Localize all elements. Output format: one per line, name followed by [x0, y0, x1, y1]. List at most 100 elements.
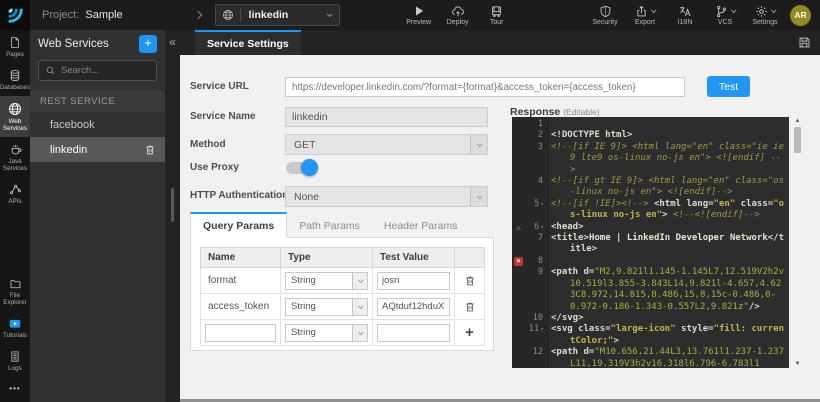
new-param-name-input[interactable]	[205, 324, 276, 342]
params-tab[interactable]: Query Params	[190, 212, 287, 238]
trash-icon[interactable]	[144, 144, 156, 156]
select-chevron	[352, 325, 367, 341]
code-line: 1	[512, 119, 789, 130]
code-line: × 8	[512, 256, 789, 267]
service-url-input[interactable]	[285, 77, 685, 97]
code-text	[546, 119, 789, 130]
fold-arrow-icon[interactable]: ▾	[540, 200, 544, 208]
params-tab[interactable]: Header Params	[372, 214, 470, 238]
topbar-action-button[interactable]: Export	[632, 4, 658, 26]
rail-overflow-menu[interactable]: •••	[0, 377, 30, 402]
tour-icon	[490, 5, 503, 18]
topbar-action-button[interactable]: Tour	[484, 4, 510, 26]
http-auth-select[interactable]: None	[285, 186, 488, 207]
rail-nav-item[interactable]: Java Services	[0, 137, 30, 177]
select-chevron	[470, 187, 487, 206]
rail-nav-item[interactable]: Tutorials	[0, 311, 30, 344]
panel-collapse-strip: «	[165, 30, 180, 402]
save-icon[interactable]	[798, 36, 811, 49]
primary-actions: Preview Deploy Tour	[406, 4, 510, 26]
code-text: <!--[if !IE]><!--> <html lang="en" class…	[546, 199, 789, 222]
use-proxy-toggle[interactable]	[286, 162, 316, 174]
breadcrumb-chevron-icon	[195, 12, 201, 18]
left-icon-rail: Pages Databases Web Services Java Servic…	[0, 30, 30, 402]
topbar-action-button[interactable]: Deploy	[445, 4, 471, 26]
topbar-action-button[interactable]: Security	[592, 4, 618, 26]
code-line: 9 <path d="M2,9.821l1.145-1.145L7,12.519…	[512, 267, 789, 313]
param-name: format	[201, 268, 281, 294]
column-header: Type	[281, 248, 373, 268]
vertical-scrollbar-thumb[interactable]	[171, 188, 174, 222]
scroll-up-arrow[interactable]: ▲	[795, 117, 801, 125]
gutter-marker	[512, 347, 525, 348]
app-window: Project: Sample linkedin Preview Deploy	[0, 0, 820, 402]
add-param-button[interactable]: +	[459, 324, 480, 341]
service-name-label: Service Name	[190, 107, 256, 127]
fold-arrow-icon[interactable]: ▾	[540, 325, 544, 333]
code-text: <!--[if gt IE 9]> <html lang="en" class=…	[546, 176, 789, 199]
divider	[240, 8, 241, 22]
method-select[interactable]: GET	[285, 134, 488, 155]
gutter-marker	[512, 324, 525, 325]
rail-nav-item[interactable]: APIs	[0, 177, 30, 210]
service-search-box	[38, 60, 157, 81]
rail-nav-item[interactable]: Logs	[0, 344, 30, 377]
export-icon	[635, 5, 648, 18]
rail-nav-item[interactable]: Web Services	[0, 96, 30, 137]
user-avatar[interactable]: AR	[790, 5, 811, 26]
line-number: 2	[525, 130, 546, 141]
gutter-marker: ⚠	[512, 222, 525, 233]
column-header-actions	[455, 248, 485, 268]
line-number: 8	[525, 256, 546, 267]
rail-nav-item[interactable]: Databases	[0, 63, 30, 96]
service-selector-dropdown[interactable]: linkedin	[215, 4, 340, 26]
code-line: 4 <!--[if gt IE 9]> <html lang="en" clas…	[512, 176, 789, 199]
param-type-select[interactable]: String	[285, 272, 368, 290]
pages-icon	[9, 36, 21, 49]
rail-nav-item[interactable]: Pages	[0, 30, 30, 63]
new-param-test-value-input[interactable]	[377, 324, 450, 342]
panel-title: Web Services	[38, 38, 109, 50]
topbar-action-button[interactable]: Preview	[406, 4, 432, 26]
project-breadcrumb: Project: Sample	[42, 9, 123, 21]
param-test-value-input[interactable]	[377, 298, 450, 316]
topbar-action-button[interactable]: VCS	[712, 4, 738, 26]
service-list-item[interactable]: facebook	[30, 112, 165, 137]
test-button[interactable]: Test	[707, 76, 750, 97]
editor-scrollbar-thumb[interactable]	[794, 127, 801, 153]
editor-scrollbar[interactable]: ▲ ▼	[792, 117, 803, 368]
param-test-value-input[interactable]	[377, 272, 450, 290]
use-proxy-label: Use Proxy	[190, 158, 239, 178]
code-line: 7 <title>Home | LinkedIn Developer Netwo…	[512, 233, 789, 256]
gutter-marker	[512, 176, 525, 177]
response-code-editor[interactable]: 1 2 <!DOCTYPE html> 3 <!	[512, 117, 789, 368]
wavemaker-logo[interactable]	[0, 0, 30, 30]
line-number: 10	[525, 313, 546, 324]
param-type-select[interactable]: String	[285, 298, 368, 316]
line-number: 1	[525, 119, 546, 130]
trash-icon[interactable]	[459, 275, 480, 287]
code-line: 12 <path d="M10.656,21.44L3,13.761l1.237…	[512, 347, 789, 368]
security-icon	[599, 5, 612, 18]
code-text: </svg>	[546, 313, 789, 324]
topbar-action-button[interactable]: I18N	[672, 4, 698, 26]
code-text: <svg class="large-icon" style="fill: cur…	[546, 324, 789, 347]
chevron-down-icon	[771, 7, 777, 13]
top-bar: Project: Sample linkedin Preview Deploy	[0, 0, 820, 30]
rail-nav-item[interactable]: File Explorer	[0, 272, 30, 311]
collapse-panel-button[interactable]: «	[169, 36, 176, 48]
tab-service-settings[interactable]: Service Settings	[195, 30, 301, 55]
service-name-input[interactable]	[285, 107, 488, 127]
fold-arrow-icon[interactable]: ▾	[540, 223, 544, 231]
param-name: access_token	[201, 294, 281, 320]
new-param-type-select[interactable]: String	[285, 324, 368, 342]
trash-icon[interactable]	[459, 301, 480, 313]
params-tab[interactable]: Path Params	[287, 214, 372, 238]
scroll-down-arrow[interactable]: ▼	[795, 360, 801, 368]
service-list-item[interactable]: linkedin	[30, 137, 165, 162]
topbar-action-button[interactable]: Settings	[752, 4, 778, 26]
line-number: 12	[525, 347, 546, 358]
search-icon	[45, 65, 56, 76]
search-input[interactable]	[61, 65, 151, 76]
add-service-button[interactable]: +	[139, 35, 157, 53]
